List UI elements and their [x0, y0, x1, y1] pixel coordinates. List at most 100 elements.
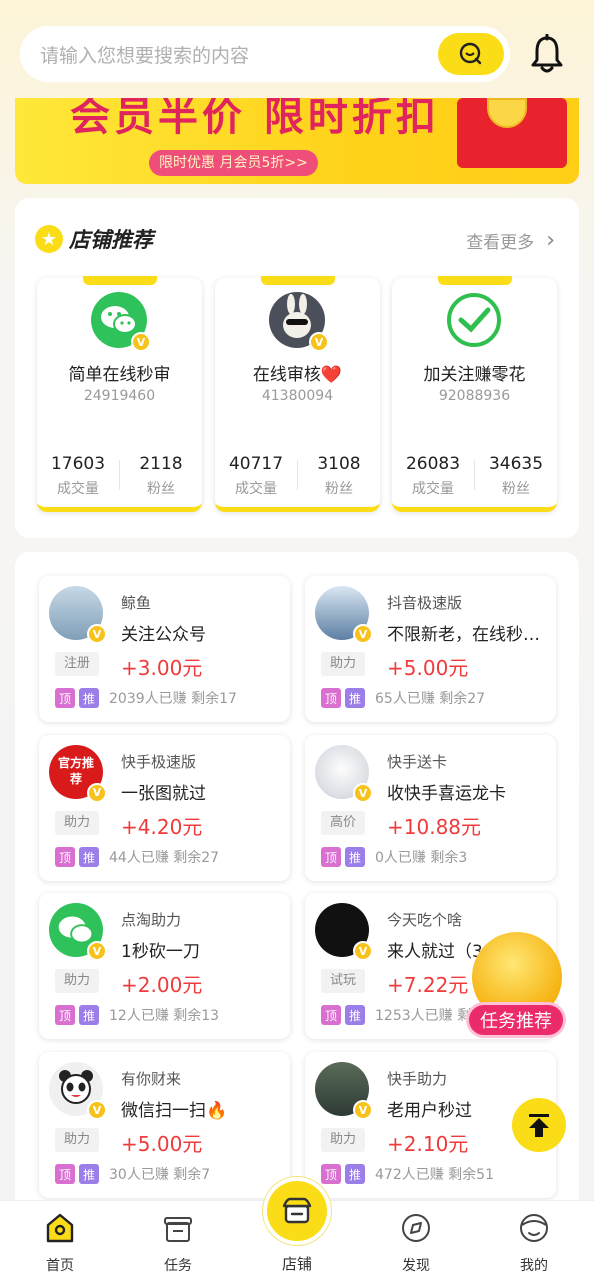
task-footer: 顶 推 44人已赚 剩余27	[55, 847, 219, 867]
task-recommend-float[interactable]: 任务推荐	[466, 932, 566, 1042]
avatar: 官方推荐 V	[49, 745, 107, 803]
task-price: +3.00元	[121, 656, 203, 680]
tab-mine[interactable]: 我的	[494, 1211, 574, 1275]
task-price: +4.20元	[121, 815, 203, 839]
bell-icon[interactable]	[528, 34, 566, 74]
task-footer: 顶 推 472人已赚 剩余51	[321, 1164, 494, 1184]
store-icon	[282, 1197, 312, 1224]
tab-shop[interactable]	[263, 1177, 331, 1245]
tab-discover[interactable]: 发现	[376, 1211, 456, 1275]
task-recommend-label: 任务推荐	[466, 1002, 566, 1038]
search-icon	[459, 42, 482, 65]
fans-label: 粉丝	[147, 481, 175, 497]
fans-count: 2118	[139, 454, 183, 474]
gift-box-icon	[164, 1217, 192, 1242]
deals-stat: 26083 成交量	[392, 454, 474, 498]
task-card[interactable]: V 助力 有你财来 微信扫一扫🔥 +5.00元 顶 推 30人已赚 剩余7	[39, 1052, 290, 1198]
promo-banner[interactable]: 会员半价 限时折扣 限时优惠 月会员5折>>	[15, 98, 579, 184]
top-tag: 顶	[321, 847, 341, 867]
search-input[interactable]: 请输入您想要搜索的内容	[20, 26, 510, 82]
task-card[interactable]: V 助力 点淘助力 1秒砍一刀 +2.00元 顶 推 12人已赚 剩余13	[39, 893, 290, 1039]
task-title: 收快手喜运龙卡	[387, 784, 506, 804]
banner-pill[interactable]: 限时优惠 月会员5折>>	[149, 150, 318, 176]
verified-badge: V	[353, 1100, 373, 1120]
task-stats: 30人已赚 剩余7	[109, 1167, 211, 1183]
top-tag: 顶	[55, 688, 75, 708]
task-footer: 顶 推 65人已赚 剩余27	[321, 688, 485, 708]
task-platform: 快手助力	[387, 1070, 448, 1088]
task-category: 助力	[321, 1128, 366, 1152]
recommend-tag: 推	[79, 1005, 99, 1025]
verified-badge: V	[353, 783, 373, 803]
deals-count: 40717	[228, 454, 284, 474]
verified-badge: V	[87, 1100, 107, 1120]
shop-name: 在线审核❤️	[252, 365, 343, 385]
user-face-icon	[520, 1214, 548, 1242]
star-icon: ★	[35, 225, 63, 253]
shop-section-header: ★ 店铺推荐	[35, 224, 153, 254]
verified-badge: V	[87, 624, 107, 644]
tab-task[interactable]: 任务	[138, 1211, 218, 1275]
deals-stat: 40717 成交量	[215, 454, 297, 498]
verified-badge: V	[309, 332, 329, 352]
fans-stat: 3108 粉丝	[298, 454, 380, 498]
task-category: 助力	[55, 1128, 100, 1152]
shop-card[interactable]: 加关注赚零花 92088936 26083 成交量 34635 粉丝	[392, 276, 557, 512]
task-title: 1秒砍一刀	[121, 942, 200, 962]
task-footer: 顶 推 2039人已赚 剩余17	[55, 688, 237, 708]
shop-card[interactable]: V 简单在线秒审 24919460 17603 成交量 2118 粉丝	[37, 276, 202, 512]
task-footer: 顶 推 12人已赚 剩余13	[55, 1005, 219, 1025]
tab-home-label: 首页	[46, 1258, 74, 1274]
recommend-tag: 推	[345, 1005, 365, 1025]
task-title: 关注公众号	[121, 625, 206, 645]
fans-count: 34635	[488, 454, 544, 474]
search-button[interactable]	[438, 33, 504, 75]
view-more-link[interactable]: 查看更多 ›	[466, 228, 555, 253]
task-price: +2.10元	[387, 1132, 469, 1156]
verified-badge: V	[87, 783, 107, 803]
task-card[interactable]: V 高价 快手送卡 收快手喜运龙卡 +10.88元 顶 推 0人已赚 剩余3	[305, 735, 556, 881]
tab-home[interactable]: 首页	[20, 1211, 100, 1275]
task-price: +2.00元	[121, 973, 203, 997]
tab-shop-label: 店铺	[281, 1255, 312, 1273]
shop-id: 41380094	[261, 388, 334, 404]
verified-badge: V	[353, 941, 373, 961]
view-more-label: 查看更多	[466, 233, 535, 253]
avatar: V	[91, 292, 151, 352]
task-footer: 顶 推 1253人已赚 剩余	[321, 1005, 485, 1025]
verified-badge: V	[87, 941, 107, 961]
task-platform: 快手送卡	[387, 753, 448, 771]
top-tag: 顶	[321, 688, 341, 708]
deals-count: 26083	[405, 454, 461, 474]
task-card[interactable]: 官方推荐 V 助力 快手极速版 一张图就过 +4.20元 顶 推 44人已赚 剩…	[39, 735, 290, 881]
banner-title: 会员半价 限时折扣	[70, 98, 440, 140]
top-tag: 顶	[55, 1005, 75, 1025]
avatar: V	[269, 292, 329, 352]
deals-label: 成交量	[235, 481, 277, 497]
task-footer: 顶 推 30人已赚 剩余7	[55, 1164, 210, 1184]
avatar: V	[315, 903, 373, 961]
task-card[interactable]: V 注册 鲸鱼 关注公众号 +3.00元 顶 推 2039人已赚 剩余17	[39, 576, 290, 722]
header: 请输入您想要搜索的内容	[0, 0, 594, 98]
task-stats: 44人已赚 剩余27	[109, 850, 220, 866]
home-icon	[46, 1213, 74, 1243]
task-price: +5.00元	[121, 1132, 203, 1156]
compass-icon	[402, 1214, 430, 1242]
search-placeholder: 请输入您想要搜索的内容	[40, 44, 250, 67]
task-platform: 点淘助力	[121, 911, 182, 929]
task-card[interactable]: V 助力 抖音极速版 不限新老，在线秒审... +5.00元 顶 推 65人已赚…	[305, 576, 556, 722]
task-category: 注册	[55, 652, 100, 676]
fans-stat: 2118 粉丝	[120, 454, 202, 498]
back-to-top-button[interactable]	[512, 1098, 566, 1152]
deals-label: 成交量	[57, 481, 99, 497]
task-platform: 有你财来	[121, 1070, 182, 1088]
task-category: 试玩	[321, 969, 366, 993]
task-stats: 472人已赚 剩余51	[375, 1167, 494, 1183]
tab-mine-label: 我的	[520, 1258, 548, 1274]
deals-stat: 17603 成交量	[37, 454, 119, 498]
fans-label: 粉丝	[325, 481, 353, 497]
top-tag: 顶	[321, 1164, 341, 1184]
fans-label: 粉丝	[502, 481, 530, 497]
shop-card[interactable]: V 在线审核❤️ 41380094 40717 成交量 3108 粉丝	[215, 276, 380, 512]
avatar: V	[315, 1062, 373, 1120]
